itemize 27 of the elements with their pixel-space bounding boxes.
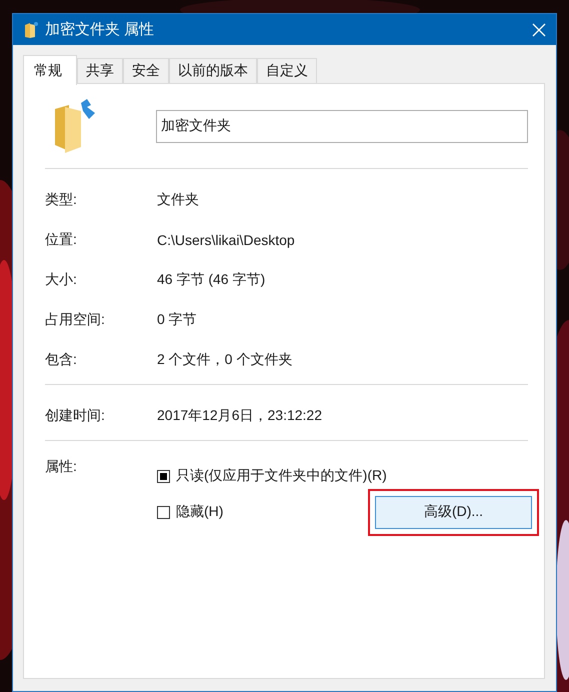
field-label: 位置: [45, 231, 77, 249]
tab[interactable]: 常规 [23, 55, 77, 85]
close-icon[interactable] [532, 22, 546, 36]
field-label: 类型: [45, 191, 77, 209]
field-value: 46 字节 (46 字节) [157, 271, 266, 289]
tab[interactable]: 安全 [123, 58, 169, 83]
checkbox[interactable] [157, 470, 170, 482]
field-value: 2017年12月6日，23:12:22 [157, 407, 322, 425]
field-value: 2 个文件，0 个文件夹 [157, 351, 292, 369]
folder-icon [23, 20, 39, 38]
field-label: 占用空间: [45, 311, 105, 329]
name-field[interactable]: 加密文件夹 [156, 110, 528, 142]
field-value: 0 字节 [157, 311, 197, 329]
tab[interactable]: 共享 [77, 58, 123, 83]
advanced-button[interactable]: 高级(D)... [375, 496, 532, 528]
checkbox-label: 只读(仅应用于文件夹中的文件)(R) [176, 467, 387, 485]
field-label: 创建时间: [45, 407, 105, 425]
checkbox[interactable] [157, 506, 170, 518]
field-label: 包含: [45, 351, 77, 369]
window-title: 加密文件夹 属性 [45, 20, 156, 39]
field-label: 大小: [45, 271, 77, 289]
checkbox-label: 隐藏(H) [176, 503, 224, 521]
field-value: C:\Users\likai\Desktop [157, 232, 295, 248]
field-value: 文件夹 [157, 191, 199, 209]
tab[interactable]: 自定义 [257, 58, 317, 83]
field-label: 属性: [45, 458, 77, 476]
tab[interactable]: 以前的版本 [169, 58, 257, 83]
